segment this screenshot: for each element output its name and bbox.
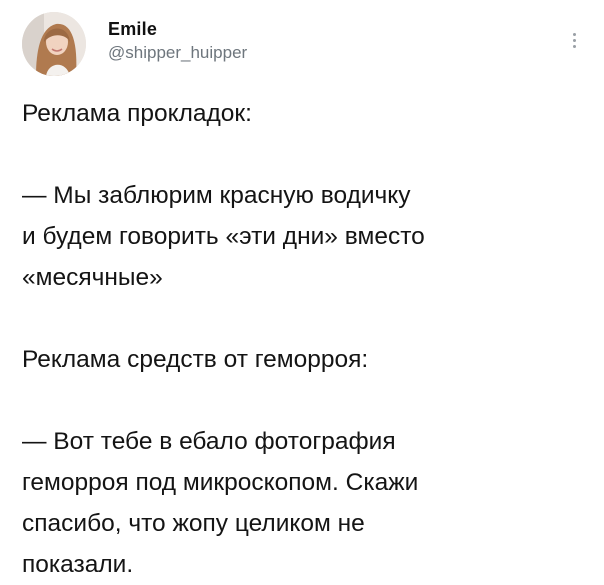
username-handle[interactable]: @shipper_huipper [108,42,247,64]
tweet-header: Emile @shipper_huipper [22,12,582,78]
avatar-image [22,12,86,76]
avatar[interactable] [22,12,86,76]
tweet-card: Emile @shipper_huipper Реклама прокладок… [0,0,604,582]
display-name[interactable]: Emile [108,18,247,40]
tweet-text: Реклама прокладок: — Мы заблюрим красную… [22,93,592,585]
tweet-paragraph: — Мы заблюрим красную водичку и будем го… [22,182,425,291]
tweet-paragraph: Реклама средств от геморроя: [22,346,369,373]
menu-dot [572,39,576,42]
more-vertical-icon[interactable] [568,30,580,58]
tweet-paragraph: — Вот тебе в ебало фотография геморроя п… [22,428,419,578]
tweet-paragraph: Реклама прокладок: [22,100,252,127]
menu-dot [572,33,576,36]
author-names: Emile @shipper_huipper [108,18,247,64]
menu-dot [572,45,576,48]
